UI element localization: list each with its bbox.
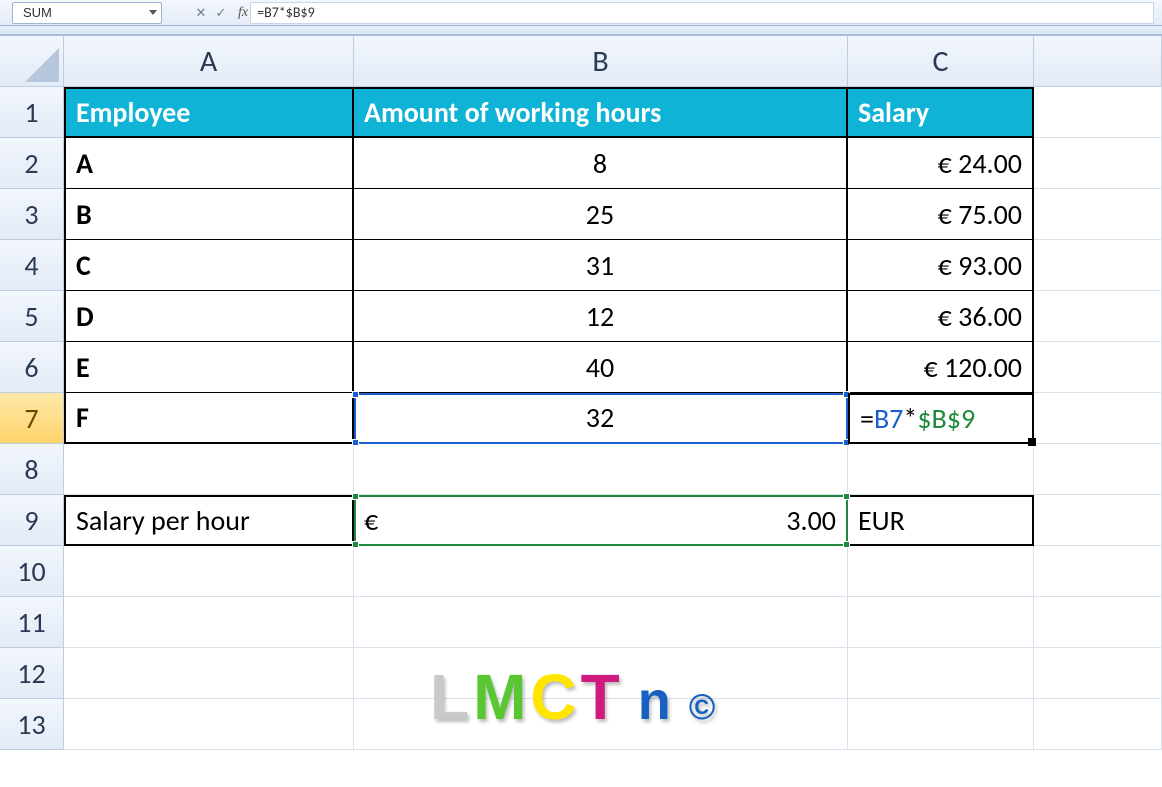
row-header-2[interactable]: 2	[0, 138, 64, 189]
column-header-blank[interactable]	[1034, 36, 1162, 87]
cell-A9[interactable]: Salary per hour	[64, 495, 354, 546]
row-header-6[interactable]: 6	[0, 342, 64, 393]
row-header-8[interactable]: 8	[0, 444, 64, 495]
cell-D5[interactable]	[1034, 291, 1162, 342]
cancel-formula-button[interactable]: ✕	[194, 5, 208, 21]
cell-A13[interactable]	[64, 699, 354, 750]
formula-input-text: =B7*$B$9	[257, 4, 315, 21]
cell-B2[interactable]: 8	[354, 138, 848, 189]
sph-amount: 3.00	[786, 503, 836, 538]
cell-D9[interactable]	[1034, 495, 1162, 546]
cell-C3[interactable]: € 75.00	[848, 189, 1034, 240]
column-header-B[interactable]: B	[354, 36, 848, 87]
row-header-12[interactable]: 12	[0, 648, 64, 699]
cell-A6[interactable]: E	[64, 342, 354, 393]
cell-C4[interactable]: € 93.00	[848, 240, 1034, 291]
cell-C7[interactable]	[848, 393, 1034, 444]
row-header-11[interactable]: 11	[0, 597, 64, 648]
sph-currency: €	[364, 503, 378, 538]
row-header-4[interactable]: 4	[0, 240, 64, 291]
cell-A4[interactable]: C	[64, 240, 354, 291]
cell-D12[interactable]	[1034, 648, 1162, 699]
cell-B10[interactable]	[354, 546, 848, 597]
cell-C10[interactable]	[848, 546, 1034, 597]
ribbon-band	[0, 26, 1162, 36]
cell-D7[interactable]	[1034, 393, 1162, 444]
cell-D6[interactable]	[1034, 342, 1162, 393]
cell-C1[interactable]: Salary	[848, 87, 1034, 138]
cell-B9[interactable]: € 3.00	[354, 495, 848, 546]
cell-A2[interactable]: A	[64, 138, 354, 189]
row-header-3[interactable]: 3	[0, 189, 64, 240]
select-all-corner[interactable]	[0, 36, 64, 87]
cell-B3[interactable]: 25	[354, 189, 848, 240]
cell-C8[interactable]	[848, 444, 1034, 495]
chevron-down-icon[interactable]	[149, 10, 157, 15]
formula-input[interactable]: =B7*$B$9	[250, 2, 1154, 24]
cell-D4[interactable]	[1034, 240, 1162, 291]
cell-A10[interactable]	[64, 546, 354, 597]
cell-A1[interactable]: Employee	[64, 87, 354, 138]
spreadsheet-grid[interactable]: A B C 1 Employee Amount of working hours…	[0, 36, 1162, 750]
row-header-10[interactable]: 10	[0, 546, 64, 597]
cell-A5[interactable]: D	[64, 291, 354, 342]
fx-icon[interactable]: fx	[238, 5, 248, 21]
cell-B8[interactable]	[354, 444, 848, 495]
cell-A8[interactable]	[64, 444, 354, 495]
cell-B4[interactable]: 31	[354, 240, 848, 291]
accept-formula-button[interactable]: ✓	[214, 5, 228, 21]
column-header-A[interactable]: A	[64, 36, 354, 87]
cell-A7[interactable]: F	[64, 393, 354, 444]
row-header-5[interactable]: 5	[0, 291, 64, 342]
name-box[interactable]: SUM	[12, 2, 162, 24]
cell-D13[interactable]	[1034, 699, 1162, 750]
cell-C2[interactable]: € 24.00	[848, 138, 1034, 189]
cell-A12[interactable]	[64, 648, 354, 699]
cell-D3[interactable]	[1034, 189, 1162, 240]
cell-B5[interactable]: 12	[354, 291, 848, 342]
cell-B11[interactable]	[354, 597, 848, 648]
cell-D8[interactable]	[1034, 444, 1162, 495]
cell-C13[interactable]	[848, 699, 1034, 750]
cell-B7[interactable]: 32	[354, 393, 848, 444]
formula-bar: SUM ✕ ✓ fx =B7*$B$9	[0, 0, 1162, 26]
cell-C12[interactable]	[848, 648, 1034, 699]
cell-C6[interactable]: € 120.00	[848, 342, 1034, 393]
row-header-9[interactable]: 9	[0, 495, 64, 546]
cell-D1[interactable]	[1034, 87, 1162, 138]
cell-B6[interactable]: 40	[354, 342, 848, 393]
row-header-13[interactable]: 13	[0, 699, 64, 750]
name-box-value: SUM	[23, 5, 52, 20]
cell-D10[interactable]	[1034, 546, 1162, 597]
cell-C11[interactable]	[848, 597, 1034, 648]
row-header-1[interactable]: 1	[0, 87, 64, 138]
column-header-C[interactable]: C	[848, 36, 1034, 87]
cell-B1[interactable]: Amount of working hours	[354, 87, 848, 138]
cell-A3[interactable]: B	[64, 189, 354, 240]
cell-C5[interactable]: € 36.00	[848, 291, 1034, 342]
cell-A11[interactable]	[64, 597, 354, 648]
cell-D11[interactable]	[1034, 597, 1162, 648]
cell-D2[interactable]	[1034, 138, 1162, 189]
row-header-7[interactable]: 7	[0, 393, 64, 444]
logo-watermark: L M C T n ©	[430, 660, 719, 734]
cell-C9[interactable]: EUR	[848, 495, 1034, 546]
